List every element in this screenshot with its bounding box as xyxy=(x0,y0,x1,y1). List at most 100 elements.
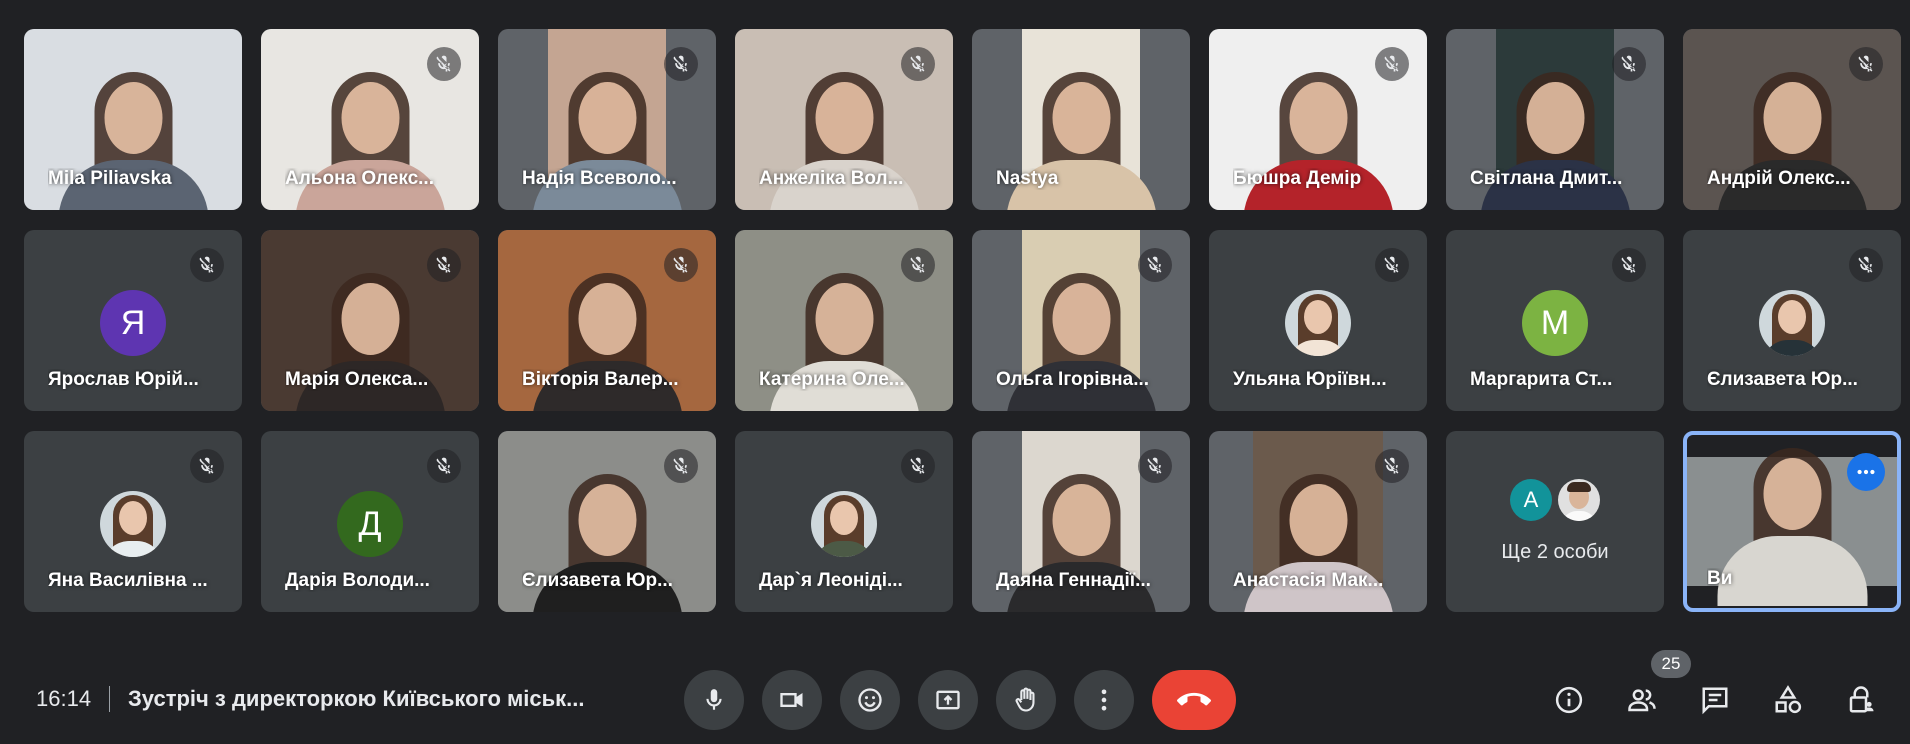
microphone-button[interactable] xyxy=(684,670,744,730)
info-icon xyxy=(1555,686,1583,714)
participant-tile[interactable]: Анжеліка Вол... xyxy=(735,29,953,210)
people-button[interactable] xyxy=(1617,670,1667,730)
avatar-letter: A xyxy=(1523,487,1539,512)
participant-tile[interactable]: Бюшра Демір xyxy=(1209,29,1427,210)
self-options-button[interactable] xyxy=(1847,453,1885,491)
divider xyxy=(109,686,110,712)
mic-off-icon xyxy=(1612,248,1646,282)
participant-name: Ярослав Юрій... xyxy=(48,369,199,390)
mic-off-icon xyxy=(190,449,224,483)
mic-off-icon xyxy=(190,248,224,282)
participant-name: Вікторія Валер... xyxy=(522,369,679,390)
participant-tile[interactable]: Яна Василівна ... xyxy=(24,431,242,612)
activities-icon xyxy=(1775,685,1802,714)
mic-off-icon xyxy=(1849,248,1883,282)
participant-name: Ви xyxy=(1707,568,1733,589)
mic-off-icon xyxy=(1375,248,1409,282)
present-screen-icon xyxy=(936,690,960,710)
participant-name: Анжеліка Вол... xyxy=(759,168,904,189)
participant-name: Дар`я Леоніді... xyxy=(759,570,903,591)
participant-tile[interactable]: Марія Олекса... xyxy=(261,230,479,411)
side-panel-controls xyxy=(1530,670,1910,730)
participant-name: Катерина Оле... xyxy=(759,369,905,390)
avatar: A xyxy=(1510,479,1552,521)
avatar xyxy=(100,491,166,557)
participant-tile[interactable]: Андрій Олекс... xyxy=(1683,29,1901,210)
participant-tile[interactable]: Світлана Дмит... xyxy=(1446,29,1664,210)
participant-tile[interactable]: Даяна Геннадії... xyxy=(972,431,1190,612)
self-view-tile[interactable]: Ви xyxy=(1683,431,1901,612)
participant-name: Альона Олекс... xyxy=(285,168,434,189)
avatar xyxy=(1558,479,1600,521)
participant-name: Ольга Ігорівна... xyxy=(996,369,1150,390)
participant-name: Маргарита Ст... xyxy=(1470,369,1613,390)
participant-tile[interactable]: Дар`я Леоніді... xyxy=(735,431,953,612)
participant-name: Яна Василівна ... xyxy=(48,570,208,591)
hand-icon xyxy=(1015,687,1035,712)
mic-off-icon xyxy=(1375,47,1409,81)
reactions-button[interactable] xyxy=(840,670,900,730)
present-button[interactable] xyxy=(918,670,978,730)
participant-tile[interactable]: M Маргарита Ст... xyxy=(1446,230,1664,411)
mic-off-icon xyxy=(1612,47,1646,81)
participant-name: Даяна Геннадії... xyxy=(996,570,1151,591)
call-end-icon xyxy=(1177,692,1211,706)
activities-button[interactable] xyxy=(1763,670,1813,730)
participant-tile[interactable]: Надія Всеволо... xyxy=(498,29,716,210)
more-participants-tile[interactable]: A Ще 2 особи xyxy=(1446,431,1664,612)
avatar xyxy=(1759,290,1825,356)
mic-off-icon xyxy=(1138,248,1172,282)
participant-tile[interactable]: Mila Piliavska xyxy=(24,29,242,210)
host-controls-button[interactable] xyxy=(1836,670,1886,730)
meeting-title[interactable]: Зустріч з директоркою Київського міськ..… xyxy=(128,686,628,712)
mic-off-icon xyxy=(427,248,461,282)
chat-icon xyxy=(1702,687,1728,715)
participant-figure xyxy=(1717,446,1867,606)
avatar: M xyxy=(1522,290,1588,356)
participant-name: Дарія Володи... xyxy=(285,570,430,591)
mic-off-icon xyxy=(1375,449,1409,483)
participant-tile[interactable]: Альона Олекс... xyxy=(261,29,479,210)
camera-button[interactable] xyxy=(762,670,822,730)
participant-name: Бюшра Демір xyxy=(1233,168,1362,189)
lock-person-icon xyxy=(1849,686,1874,713)
more-options-button[interactable] xyxy=(1074,670,1134,730)
leave-call-button[interactable] xyxy=(1152,670,1236,730)
participant-name: Ульяна Юріївн... xyxy=(1233,369,1387,390)
mic-off-icon xyxy=(664,449,698,483)
chat-button[interactable] xyxy=(1690,670,1740,730)
avatar-letter: Д xyxy=(358,504,382,543)
participant-tile[interactable]: Вікторія Валер... xyxy=(498,230,716,411)
participant-tile[interactable]: Nastya xyxy=(972,29,1190,210)
avatar: Я xyxy=(100,290,166,356)
mic-off-icon xyxy=(1849,47,1883,81)
raise-hand-button[interactable] xyxy=(996,670,1056,730)
mic-off-icon xyxy=(901,449,935,483)
participant-name: Єлизавета Юр... xyxy=(1707,369,1858,390)
avatar-letter: Я xyxy=(120,303,146,342)
mic-icon xyxy=(706,689,722,710)
participant-tile[interactable]: Ольга Ігорівна... xyxy=(972,230,1190,411)
participant-tile[interactable]: Д Дарія Володи... xyxy=(261,431,479,612)
mic-off-icon xyxy=(427,449,461,483)
participant-tile[interactable]: Анастасія Мак... xyxy=(1209,431,1427,612)
participant-count-badge: 25 xyxy=(1651,650,1691,678)
participant-name: Марія Олекса... xyxy=(285,369,429,390)
participant-name: Nastya xyxy=(996,168,1059,189)
avatar: Д xyxy=(337,491,403,557)
participant-tile[interactable]: Я Ярослав Юрій... xyxy=(24,230,242,411)
participant-name: Єлизавета Юр... xyxy=(522,570,673,591)
participant-tile[interactable]: Єлизавета Юр... xyxy=(1683,230,1901,411)
meeting-clock: 16:14 xyxy=(36,686,92,711)
emoji-icon xyxy=(858,688,882,712)
participant-tile[interactable]: Єлизавета Юр... xyxy=(498,431,716,612)
meeting-details-button[interactable] xyxy=(1544,670,1594,730)
participant-tile[interactable]: Ульяна Юріївн... xyxy=(1209,230,1427,411)
participant-grid: Mila Piliavska Альона Олекс... Надія Всево… xyxy=(24,29,1901,612)
more-horiz-icon xyxy=(1857,469,1875,475)
participant-tile[interactable]: Катерина Оле... xyxy=(735,230,953,411)
participant-name: Надія Всеволо... xyxy=(522,168,677,189)
participant-name: Андрій Олекс... xyxy=(1707,168,1851,189)
avatar xyxy=(811,491,877,557)
mic-off-icon xyxy=(664,248,698,282)
